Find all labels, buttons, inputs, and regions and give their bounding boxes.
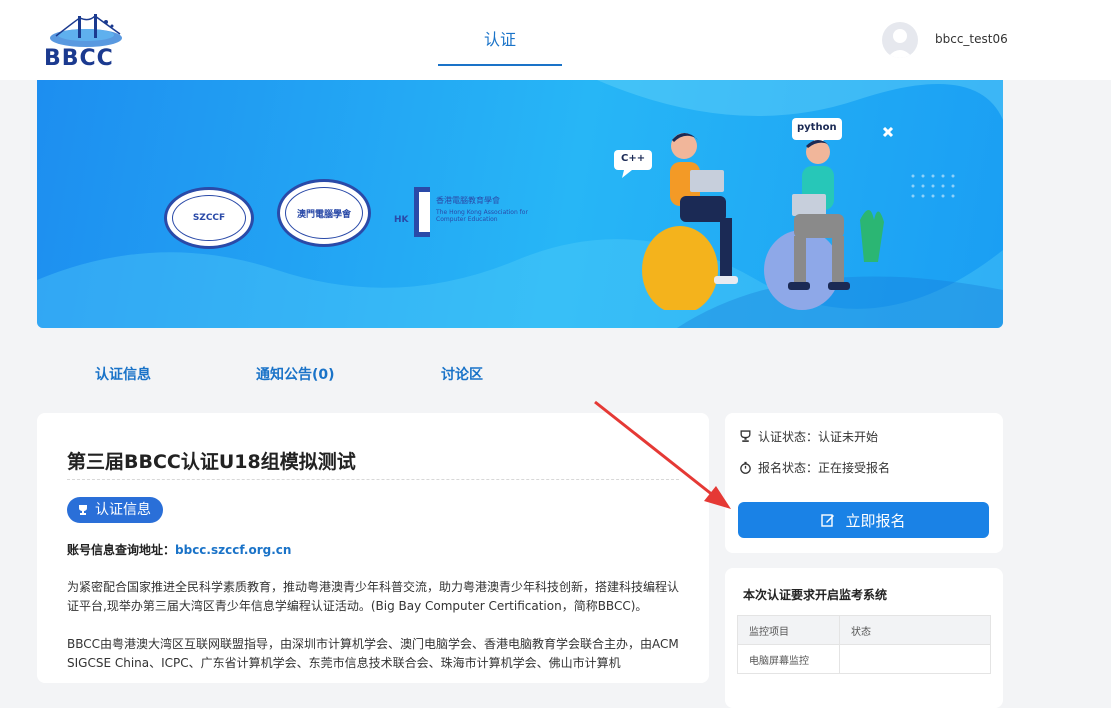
tab-discussion[interactable]: 讨论区 bbox=[441, 364, 483, 384]
hkace-name-zh: 香港電腦教育學會 bbox=[436, 196, 500, 205]
top-bar: BBCC 认证 bbcc_test06 bbox=[0, 0, 1111, 80]
students-coding-illustration bbox=[614, 118, 894, 310]
nav-tab-certification[interactable]: 认证 bbox=[438, 26, 562, 50]
cert-status-line: 认证状态：认证未开始 bbox=[739, 428, 878, 445]
page-title: 第三届BBCC认证U18组模拟测试 bbox=[67, 451, 356, 473]
tab-cert-info[interactable]: 认证信息 bbox=[95, 364, 151, 384]
certification-detail-card: 第三届BBCC认证U18组模拟测试 认证信息 账号信息查询地址：bbcc.szc… bbox=[37, 413, 709, 683]
stopwatch-icon bbox=[740, 461, 751, 474]
tab-announcements[interactable]: 通知公告(0) bbox=[256, 364, 335, 384]
cert-info-badge: 认证信息 bbox=[67, 497, 163, 523]
python-bubble-text: python bbox=[797, 122, 837, 133]
logo-text: BBCC bbox=[44, 46, 114, 71]
organizer-paragraph: BBCC由粤港澳大湾区互联网联盟指导，由深圳市计算机学会、澳门电脑学会、香港电脑… bbox=[67, 637, 679, 670]
hkace-short: HK bbox=[394, 215, 409, 225]
table-row: 电脑屏幕监控 bbox=[737, 644, 991, 674]
monitor-status bbox=[839, 644, 991, 674]
account-query: 账号信息查询地址：bbcc.szccf.org.cn bbox=[67, 541, 291, 558]
trophy-icon bbox=[740, 430, 751, 442]
signup-button[interactable]: 立即报名 bbox=[738, 502, 989, 538]
hero-banner: SZCCF 澳門電腦學會 HK 香港電腦教育學會 The Hong Kong A… bbox=[37, 80, 1003, 328]
hkace-logo: HK 香港電腦教育學會 The Hong Kong Association fo… bbox=[394, 187, 544, 237]
account-query-label: 账号信息查询地址： bbox=[67, 543, 176, 557]
signup-status-text: 报名状态：正在接受报名 bbox=[758, 461, 891, 475]
hkace-name-en: The Hong Kong Association for Computer E… bbox=[436, 209, 528, 223]
monitor-item: 电脑屏幕监控 bbox=[737, 644, 840, 674]
avatar-placeholder-icon bbox=[887, 29, 913, 58]
table-header-row: 监控项目 状态 bbox=[737, 615, 991, 645]
szccf-seal: SZCCF bbox=[164, 187, 254, 249]
col-header-status: 状态 bbox=[839, 615, 991, 645]
cert-status-text: 认证状态：认证未开始 bbox=[758, 430, 879, 444]
cert-info-badge-label: 认证信息 bbox=[95, 502, 151, 518]
monitoring-table: 监控项目 状态 电脑屏幕监控 bbox=[737, 615, 991, 674]
col-header-item: 监控项目 bbox=[737, 615, 840, 645]
proctoring-requirements-card: 本次认证要求开启监考系统 监控项目 状态 电脑屏幕监控 bbox=[725, 568, 1003, 708]
szccf-seal-text: SZCCF bbox=[172, 195, 246, 241]
intro-paragraph: 为紧密配合国家推进全民科学素质教育，推动粤港澳青少年科普交流，助力粤港澳青少年科… bbox=[67, 580, 680, 613]
macau-computer-society-seal: 澳門電腦學會 bbox=[277, 179, 371, 247]
status-card: 认证状态：认证未开始 报名状态：正在接受报名 立即报名 bbox=[725, 413, 1003, 553]
hkace-letter-icon bbox=[414, 187, 430, 237]
username[interactable]: bbcc_test06 bbox=[935, 32, 1008, 46]
bridge-logo-icon bbox=[50, 14, 122, 47]
account-query-link[interactable]: bbcc.szccf.org.cn bbox=[175, 543, 291, 557]
requirements-title: 本次认证要求开启监考系统 bbox=[743, 588, 888, 602]
edit-icon bbox=[821, 514, 835, 527]
nav-tab-underline bbox=[438, 64, 562, 66]
trophy-icon bbox=[79, 505, 87, 515]
macau-seal-text: 澳門電腦學會 bbox=[285, 187, 363, 239]
signup-status-line: 报名状态：正在接受报名 bbox=[739, 459, 890, 476]
bbcc-logo[interactable]: BBCC bbox=[44, 12, 128, 72]
title-divider bbox=[67, 479, 679, 480]
cpp-bubble-text: C++ bbox=[621, 153, 646, 164]
signup-button-label: 立即报名 bbox=[845, 511, 906, 530]
user-avatar[interactable] bbox=[882, 22, 918, 58]
